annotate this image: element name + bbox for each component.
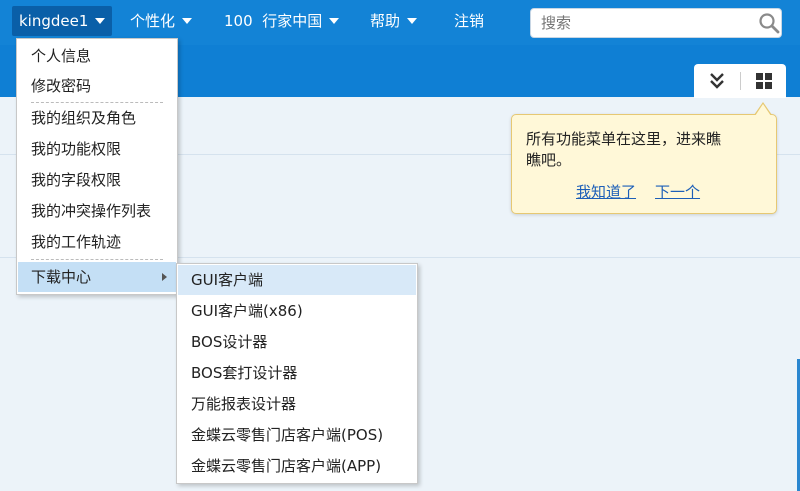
- menu-divider: [31, 259, 163, 260]
- download-submenu: GUI客户端 GUI客户端(x86) BOS设计器 BOS套打设计器 万能报表设…: [176, 263, 418, 484]
- submenu-item-bos-designer[interactable]: BOS设计器: [178, 327, 416, 357]
- chevron-down-icon: [95, 17, 106, 24]
- menu-item-change-password[interactable]: 修改密码: [18, 71, 176, 101]
- chevron-down-icon: [182, 17, 193, 24]
- menu-item-conflict-operations[interactable]: 我的冲突操作列表: [18, 196, 176, 226]
- chevron-down-icon: [329, 17, 340, 24]
- organization-menu-button[interactable]: 100 行家中国: [224, 6, 340, 36]
- user-name: kingdee1: [19, 12, 89, 30]
- chevron-down-icon: [407, 17, 418, 24]
- double-chevron-down-icon[interactable]: [706, 70, 728, 92]
- menu-item-function-permissions[interactable]: 我的功能权限: [18, 134, 176, 164]
- download-center-label: 下载中心: [31, 268, 92, 286]
- user-dropdown-menu: 个人信息 修改密码 我的组织及角色 我的功能权限 我的字段权限 我的冲突操作列表…: [16, 38, 178, 295]
- submenu-item-gui-client[interactable]: GUI客户端: [178, 265, 416, 295]
- search-input[interactable]: [530, 8, 782, 38]
- personalize-label: 个性化: [130, 12, 176, 30]
- org-name: 行家中国: [262, 12, 323, 30]
- guide-tooltip: 所有功能菜单在这里，进来瞧 瞧吧。 我知道了 下一个: [511, 102, 777, 214]
- org-code: 100: [224, 12, 253, 30]
- menu-item-work-trail[interactable]: 我的工作轨迹: [18, 227, 176, 257]
- tooltip-text-line2: 瞧吧。: [526, 151, 572, 169]
- help-menu-button[interactable]: 帮助: [370, 6, 418, 36]
- grid-icon[interactable]: [753, 70, 775, 92]
- user-menu-button[interactable]: kingdee1: [12, 6, 113, 36]
- personalize-menu-button[interactable]: 个性化: [130, 6, 193, 36]
- submenu-item-bos-print-designer[interactable]: BOS套打设计器: [178, 358, 416, 388]
- menu-item-download-center[interactable]: 下载中心: [18, 262, 176, 292]
- menu-item-field-permissions[interactable]: 我的字段权限: [18, 165, 176, 195]
- logout-label: 注销: [454, 12, 485, 30]
- help-label: 帮助: [370, 12, 401, 30]
- submenu-item-report-designer[interactable]: 万能报表设计器: [178, 389, 416, 419]
- logout-button[interactable]: 注销: [454, 6, 484, 36]
- next-link[interactable]: 下一个: [655, 183, 700, 201]
- tooltip-text-line1: 所有功能菜单在这里，进来瞧: [526, 130, 722, 148]
- got-it-link[interactable]: 我知道了: [576, 183, 636, 201]
- search-icon[interactable]: [758, 12, 780, 34]
- submenu-item-pos-client[interactable]: 金蝶云零售门店客户端(POS): [178, 420, 416, 450]
- chevron-right-icon: [162, 273, 167, 281]
- view-toggle: [694, 64, 786, 98]
- menu-item-org-roles[interactable]: 我的组织及角色: [18, 103, 176, 133]
- submenu-item-gui-client-x86[interactable]: GUI客户端(x86): [178, 296, 416, 326]
- submenu-item-app-client[interactable]: 金蝶云零售门店客户端(APP): [178, 451, 416, 481]
- tooltip-arrow-fill: [755, 104, 771, 116]
- menu-item-profile[interactable]: 个人信息: [18, 41, 176, 71]
- tooltip-actions: 我知道了 下一个: [576, 182, 719, 203]
- toggle-divider: [740, 72, 741, 90]
